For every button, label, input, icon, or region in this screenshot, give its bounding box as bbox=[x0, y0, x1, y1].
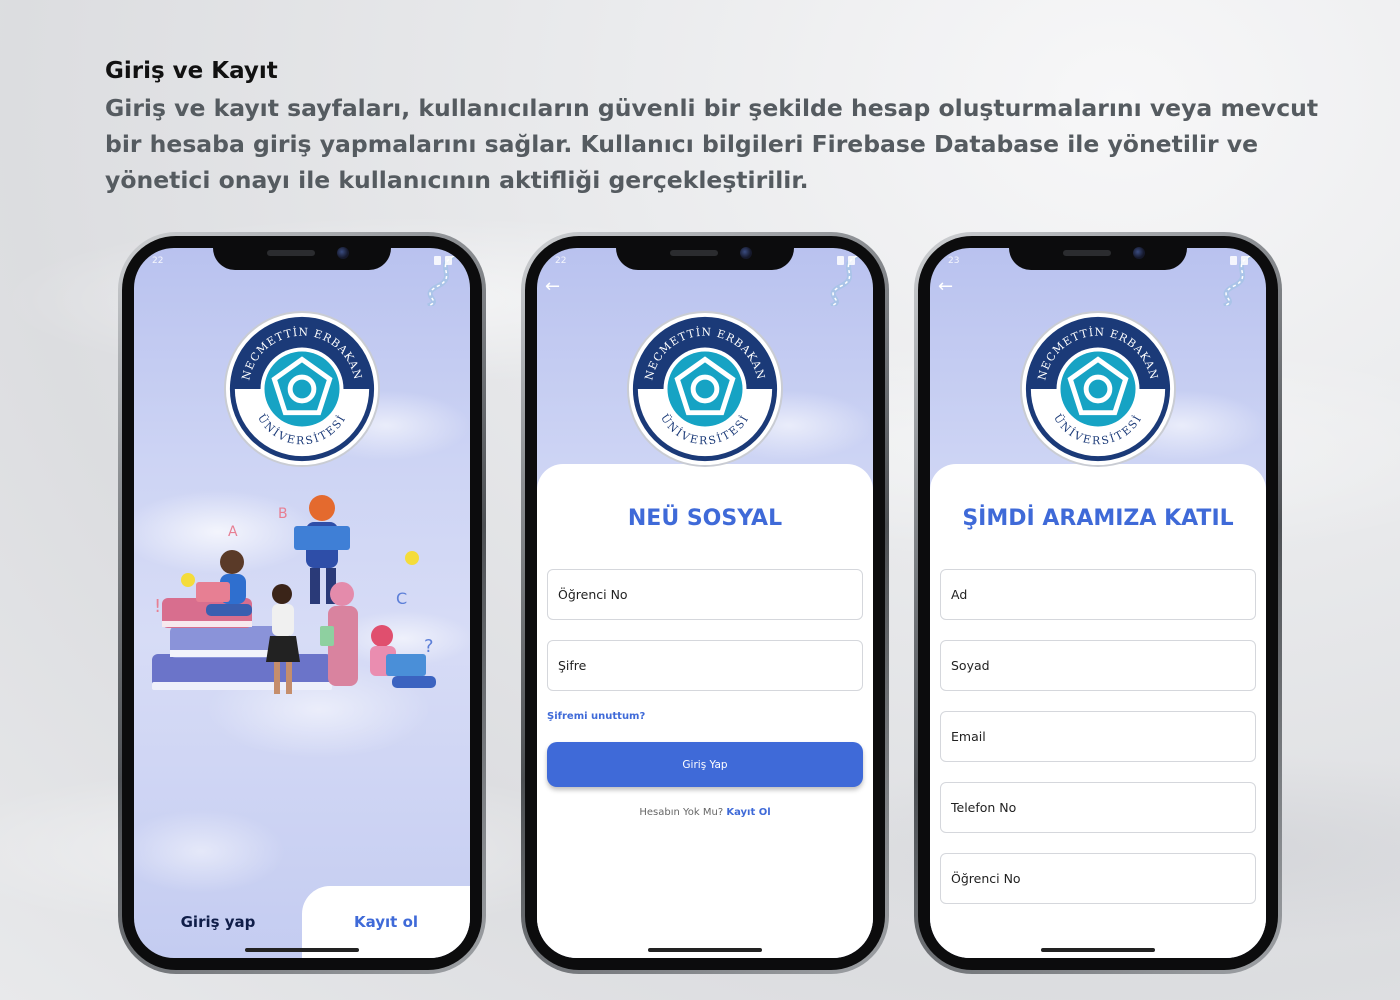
wifi-icon bbox=[837, 256, 844, 265]
headline: Giriş ve Kayıt Giriş ve kayıt sayfaları,… bbox=[105, 58, 1325, 198]
last-name-field[interactable]: Soyad bbox=[940, 640, 1256, 691]
welcome-screen: 22 NECMETTİN ERBAKAN ÜNİVERSİTESİ A B C … bbox=[134, 248, 470, 958]
forgot-password-link[interactable]: Şifremi unuttum? bbox=[547, 711, 863, 722]
student-no-field[interactable]: Öğrenci No bbox=[547, 569, 863, 620]
wifi-icon bbox=[1230, 256, 1237, 265]
register-card: ŞİMDİ ARAMIZA KATIL Ad Soyad Email Telef… bbox=[930, 464, 1266, 958]
password-field[interactable]: Şifre bbox=[547, 640, 863, 691]
status-time: 22 bbox=[152, 256, 164, 266]
status-time: 22 bbox=[555, 256, 567, 266]
svg-text:!: ! bbox=[154, 596, 161, 617]
university-logo: NECMETTİN ERBAKAN ÜNİVERSİTESİ bbox=[1019, 310, 1177, 468]
register-screen: 23 ← NECMETTİN ERBAKAN ÜNİVERSİTESİ ŞİMD… bbox=[930, 248, 1266, 958]
login-title: NEÜ SOSYAL bbox=[627, 506, 783, 531]
login-screen: 22 ← NECMETTİN ERBAKAN ÜNİVERSİTESİ NEÜ … bbox=[537, 248, 873, 958]
camera-icon bbox=[740, 247, 752, 259]
status-time: 23 bbox=[948, 256, 960, 266]
phone-register: 23 ← NECMETTİN ERBAKAN ÜNİVERSİTESİ ŞİMD… bbox=[914, 232, 1282, 974]
battery-icon bbox=[848, 256, 855, 265]
svg-text:B: B bbox=[278, 506, 288, 522]
student-no-field[interactable]: Öğrenci No bbox=[940, 853, 1256, 904]
section-description: Giriş ve kayıt sayfaları, kullanıcıların… bbox=[105, 94, 1319, 194]
home-indicator bbox=[245, 948, 359, 952]
svg-text:A: A bbox=[228, 524, 238, 540]
notch bbox=[213, 236, 391, 270]
back-arrow-icon[interactable]: ← bbox=[938, 276, 953, 297]
email-field[interactable]: Email bbox=[940, 711, 1256, 762]
notch bbox=[616, 236, 794, 270]
battery-icon bbox=[1241, 256, 1248, 265]
register-title: ŞİMDİ ARAMIZA KATIL bbox=[962, 506, 1234, 531]
phone-login: 22 ← NECMETTİN ERBAKAN ÜNİVERSİTESİ NEÜ … bbox=[521, 232, 889, 974]
camera-icon bbox=[1133, 247, 1145, 259]
svg-text:C: C bbox=[396, 589, 407, 608]
first-name-field[interactable]: Ad bbox=[940, 569, 1256, 620]
phone-welcome: 22 NECMETTİN ERBAKAN ÜNİVERSİTESİ A B C … bbox=[118, 232, 486, 974]
home-indicator bbox=[648, 948, 762, 952]
university-logo: NECMETTİN ERBAKAN ÜNİVERSİTESİ bbox=[626, 310, 784, 468]
no-account-text: Hesabın Yok Mu? bbox=[639, 807, 724, 818]
wifi-icon bbox=[434, 256, 441, 265]
register-link[interactable]: Kayıt Ol bbox=[726, 807, 770, 818]
university-logo: NECMETTİN ERBAKAN ÜNİVERSİTESİ bbox=[223, 310, 381, 468]
register-prompt: Hesabın Yok Mu? Kayıt Ol bbox=[547, 807, 863, 818]
login-card: NEÜ SOSYAL Öğrenci No Şifre Şifremi unut… bbox=[537, 464, 873, 958]
phone-field[interactable]: Telefon No bbox=[940, 782, 1256, 833]
login-button[interactable]: Giriş Yap bbox=[547, 742, 863, 787]
home-indicator bbox=[1041, 948, 1155, 952]
back-arrow-icon[interactable]: ← bbox=[545, 276, 560, 297]
camera-icon bbox=[337, 247, 349, 259]
section-title: Giriş ve Kayıt bbox=[105, 58, 278, 84]
students-illustration: A B C ? ! bbox=[152, 495, 436, 694]
battery-icon bbox=[445, 256, 452, 265]
notch bbox=[1009, 236, 1187, 270]
svg-text:?: ? bbox=[424, 636, 434, 657]
